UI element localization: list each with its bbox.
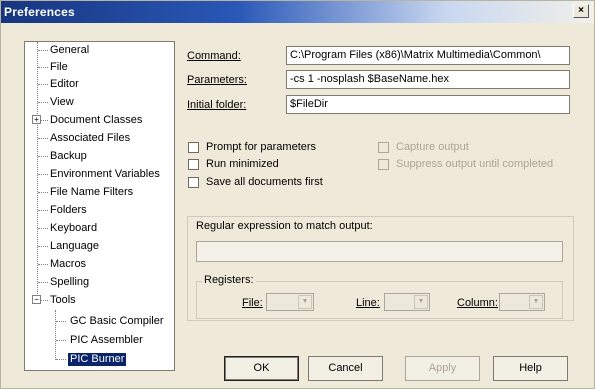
capture-output-checkbox[interactable] — [378, 142, 389, 153]
column-register-label: Column: — [457, 297, 498, 309]
tree-item-editor[interactable]: Editor — [48, 78, 81, 91]
window-title: Preferences — [4, 5, 75, 19]
tree-item-associated-files[interactable]: Associated Files — [48, 132, 132, 145]
tree-connector — [38, 228, 48, 229]
tree-item-document-classes[interactable]: Document Classes — [48, 114, 144, 127]
tree-connector — [55, 310, 56, 360]
prompt-for-parameters-label: Prompt for parameters — [206, 141, 317, 153]
preferences-tree[interactable]: General File Editor View + Document Clas… — [24, 41, 175, 371]
tree-connector — [56, 340, 66, 341]
regex-title: Regular expression to match output: — [194, 220, 375, 232]
title-bar[interactable]: Preferences × — [1, 1, 594, 23]
file-register-label: File: — [242, 297, 263, 309]
initial-folder-input[interactable]: $FileDir — [286, 95, 570, 114]
dropdown-arrow-icon: ▼ — [529, 295, 543, 309]
tree-item-pic-assembler[interactable]: PIC Assembler — [68, 334, 145, 347]
command-label: Command: — [187, 50, 241, 62]
tree-connector — [38, 67, 48, 68]
tree-connector — [38, 102, 48, 103]
ok-button[interactable]: OK — [224, 356, 299, 381]
tree-connector — [38, 174, 48, 175]
tree-item-general[interactable]: General — [48, 44, 91, 57]
tree-connector — [56, 321, 66, 322]
tree-item-folders[interactable]: Folders — [48, 204, 89, 217]
tree-item-tools[interactable]: Tools — [48, 294, 78, 307]
tree-connector — [38, 156, 48, 157]
tree-connector — [38, 192, 48, 193]
tree-connector — [38, 246, 48, 247]
cancel-button[interactable]: Cancel — [308, 356, 383, 381]
tree-connector — [38, 282, 48, 283]
help-button[interactable]: Help — [493, 356, 568, 381]
close-button[interactable]: × — [573, 4, 589, 18]
line-register-label: Line: — [356, 297, 380, 309]
tree-connector — [38, 84, 48, 85]
column-register-combo[interactable]: ▼ — [499, 293, 545, 311]
prompt-for-parameters-checkbox[interactable] — [188, 142, 199, 153]
expand-icon[interactable]: + — [32, 115, 41, 124]
close-icon: × — [578, 5, 584, 16]
tree-connector — [38, 264, 48, 265]
regex-input[interactable] — [196, 241, 563, 262]
tree-item-view[interactable]: View — [48, 96, 76, 109]
tree-item-file-name-filters[interactable]: File Name Filters — [48, 186, 135, 199]
suppress-output-checkbox[interactable] — [378, 159, 389, 170]
tree-connector — [38, 210, 48, 211]
run-minimized-label: Run minimized — [206, 158, 279, 170]
tree-item-pic-burner[interactable]: PIC Burner — [68, 353, 127, 366]
command-input[interactable]: C:\Program Files (x86)\Matrix Multimedia… — [286, 46, 570, 65]
file-register-combo[interactable]: ▼ — [266, 293, 314, 311]
tree-item-environment-variables[interactable]: Environment Variables — [48, 168, 162, 181]
dropdown-arrow-icon: ▼ — [414, 295, 428, 309]
tree-item-keyboard[interactable]: Keyboard — [48, 222, 99, 235]
tree-item-gc-basic-compiler[interactable]: GC Basic Compiler — [68, 315, 166, 328]
line-register-combo[interactable]: ▼ — [384, 293, 430, 311]
initial-folder-label: Initial folder: — [187, 99, 247, 111]
apply-button[interactable]: Apply — [405, 356, 480, 381]
run-minimized-checkbox[interactable] — [188, 159, 199, 170]
dropdown-arrow-icon: ▼ — [298, 295, 312, 309]
registers-title: Registers: — [202, 274, 256, 286]
capture-output-label: Capture output — [396, 141, 469, 153]
tree-item-spelling[interactable]: Spelling — [48, 276, 91, 289]
save-all-documents-label: Save all documents first — [206, 176, 323, 188]
tree-item-backup[interactable]: Backup — [48, 150, 89, 163]
tree-connector — [38, 50, 48, 51]
tree-connector — [56, 359, 66, 360]
collapse-icon[interactable]: − — [32, 295, 41, 304]
tree-connector — [38, 138, 48, 139]
tree-item-file[interactable]: File — [48, 61, 70, 74]
suppress-output-label: Suppress output until completed — [396, 158, 554, 170]
parameters-label: Parameters: — [187, 74, 247, 86]
save-all-documents-checkbox[interactable] — [188, 177, 199, 188]
parameters-input[interactable]: -cs 1 -nosplash $BaseName.hex — [286, 70, 570, 89]
tree-item-language[interactable]: Language — [48, 240, 101, 253]
tree-item-macros[interactable]: Macros — [48, 258, 88, 271]
preferences-window: Preferences × General File Editor View +… — [0, 0, 595, 389]
